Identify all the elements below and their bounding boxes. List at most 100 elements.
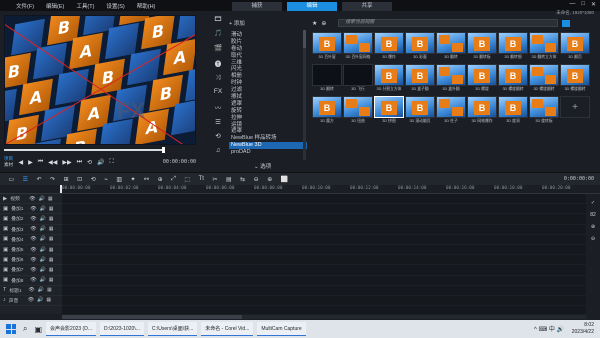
transition-thumbnail[interactable]: 3D 柱子 — [436, 96, 466, 126]
track-header[interactable]: ▣ 叠加7 👁 🔊 ▦ — [0, 265, 62, 276]
track-header[interactable]: ♪ 声音 👁 🔊 ▦ — [0, 296, 62, 307]
transition-thumbnail[interactable]: B 3D 彩蛋 — [405, 32, 435, 62]
timeline-tracks-area[interactable] — [62, 194, 586, 314]
preview-window[interactable]: BABABABABABBAFX — [4, 15, 196, 145]
favorite-icon[interactable]: ★ — [312, 20, 317, 27]
track-lane[interactable] — [62, 214, 586, 225]
track-settings-icon[interactable]: ▦ — [49, 236, 54, 242]
close-button[interactable]: ✕ — [591, 1, 596, 8]
category-item[interactable]: 卷动 — [229, 46, 307, 53]
timeline-tool-icon[interactable]: ▭ — [9, 176, 15, 183]
track-header[interactable]: ▣ 叠加4 👁 🔊 ▦ — [0, 235, 62, 245]
transition-thumbnail[interactable]: B 3D 螺旋翻转 — [498, 64, 528, 94]
category-item[interactable]: 过滤 — [229, 87, 307, 94]
timeline-tool-icon[interactable]: ↶ — [37, 176, 42, 183]
track-mute-icon[interactable]: 🔊 — [40, 267, 46, 273]
category-item[interactable]: 取代 — [229, 53, 307, 60]
track-lane[interactable] — [62, 245, 586, 256]
filter-icon[interactable]: FX — [214, 88, 222, 95]
timeline-tool-icon[interactable]: ⊞ — [64, 176, 69, 183]
taskbar-app[interactable]: C:\Users\桌面\获... — [147, 322, 198, 336]
task-view-icon[interactable]: ▣ — [34, 325, 42, 334]
scrubber-handle[interactable] — [162, 147, 165, 153]
timeline-scroll-thumb[interactable] — [62, 315, 242, 319]
transition-thumbnail[interactable]: B 3D 爆炸 — [374, 32, 404, 62]
preview-timecode[interactable]: 00:00:00:00 — [163, 159, 196, 165]
track-visibility-icon[interactable]: 👁 — [28, 287, 34, 293]
track-lane[interactable] — [62, 276, 586, 286]
title-icon[interactable]: 🅣 — [215, 58, 222, 68]
track-mute-icon[interactable]: 🔊 — [40, 206, 46, 212]
transition-thumbnail[interactable]: B 3D 网格爆炸 — [467, 96, 497, 126]
track-settings-icon[interactable]: ▦ — [49, 226, 54, 232]
timeline-tool-icon[interactable]: ↷ — [50, 176, 55, 183]
track-settings-icon[interactable]: ▦ — [49, 216, 54, 222]
volume-icon[interactable]: 🔊 — [97, 159, 104, 166]
taskbar-app[interactable]: 会声会影2023 (D... — [46, 322, 97, 336]
track-mute-icon[interactable]: 🔊 — [37, 297, 43, 303]
instant-project-icon[interactable]: 🎬 — [214, 44, 222, 52]
track-lane[interactable] — [62, 296, 586, 307]
minimize-button[interactable]: — — [569, 1, 575, 8]
transition-thumbnail[interactable]: 3D 飞行 — [343, 64, 373, 94]
track-mute-icon[interactable]: 🔊 — [40, 247, 46, 253]
timeline-tool-icon[interactable]: ⚯ — [144, 176, 149, 183]
fullscreen-icon[interactable]: ⛶ — [110, 159, 114, 166]
transition-thumbnail[interactable]: B 3D 分割立方体 — [374, 64, 404, 94]
track-header[interactable]: T 标题1 👁 🔊 ▦ — [0, 286, 62, 296]
scrollbar-thumb[interactable] — [303, 30, 306, 48]
timeline-ruler[interactable]: 00:00:00:00 00:00:02:00 00:00:04:00 00:00:0… — [0, 185, 600, 194]
track-lane[interactable] — [62, 194, 586, 205]
timeline-tool-icon[interactable]: ⤢ — [171, 176, 176, 183]
track-visibility-icon[interactable]: 👁 — [30, 257, 36, 263]
taskbar-clock[interactable]: 8:02 2023/4/22 — [572, 322, 594, 335]
go-start-icon[interactable]: ⏮ — [38, 159, 43, 166]
tab-edit[interactable]: 编辑 — [287, 2, 337, 11]
timeline-tool-icon[interactable]: ▥ — [116, 176, 122, 183]
transition-thumbnail[interactable]: B 3D 滚动翻页 — [405, 96, 435, 126]
system-tray[interactable]: ^ ⌨ 中 🔊 — [534, 324, 564, 333]
track-settings-icon[interactable]: ▦ — [46, 297, 51, 303]
timeline-tool-icon[interactable]: ⊕ — [267, 176, 272, 183]
rewind-icon[interactable]: ◀◀ — [48, 159, 57, 166]
timeline-tool-icon[interactable]: ✦ — [131, 176, 136, 183]
track-header[interactable]: ▣ 叠加2 👁 🔊 ▦ — [0, 214, 62, 225]
transition-thumbnail[interactable]: 3D 扭曲 — [343, 96, 373, 126]
taskbar-app[interactable]: D:\2023-1020\... — [100, 322, 144, 336]
transition-thumbnail[interactable]: 3D 翻转 — [312, 64, 342, 94]
transition-thumbnail[interactable]: 3D 翻转立方体 — [529, 32, 559, 62]
track-visibility-icon[interactable]: 👁 — [30, 216, 36, 222]
category-item[interactable]: 滑动 — [229, 32, 307, 39]
zoom-out-icon[interactable]: ⊖ — [591, 236, 595, 242]
category-item[interactable]: 拉伸 — [229, 115, 307, 122]
menu-edit[interactable]: 编辑(E) — [46, 2, 64, 10]
track-mute-icon[interactable]: 🔊 — [40, 277, 46, 283]
track-visibility-icon[interactable]: 👁 — [30, 206, 36, 212]
transition-thumbnail[interactable]: 3D 螺旋翻转 — [529, 64, 559, 94]
timeline-scrollbar[interactable] — [62, 315, 586, 319]
timeline-tool-icon[interactable]: ⇆ — [240, 176, 245, 183]
timeline-tool-icon[interactable]: ⬚ — [184, 176, 190, 183]
add-transition-button[interactable]: + — [560, 96, 590, 126]
search-input[interactable]: 搜索当前视图 — [338, 19, 559, 27]
track-mute-icon[interactable]: 🔊 — [40, 226, 46, 232]
motion-icon[interactable]: ⟲ — [215, 132, 220, 140]
track-header[interactable]: ▣ 叠加8 👁 🔊 ▦ — [0, 276, 62, 286]
transition-thumbnail[interactable]: B 3D 魔方 — [312, 96, 342, 126]
prev-frame-icon[interactable]: ◀ — [19, 159, 24, 166]
zoom-in-icon[interactable]: ⊕ — [591, 224, 595, 230]
view-toggle-icon[interactable] — [562, 19, 571, 27]
track-settings-icon[interactable]: ▦ — [48, 196, 53, 202]
timeline-tool-icon[interactable]: ▤ — [226, 176, 232, 183]
track-settings-icon[interactable]: ▦ — [49, 257, 54, 263]
timeline-tool-icon[interactable]: ⊕ — [158, 176, 163, 183]
add-folder-button[interactable]: + 添加 — [229, 19, 245, 27]
category-item[interactable]: 旋转 — [229, 108, 307, 115]
add-favorite-icon[interactable]: ⊕ — [321, 20, 326, 27]
forward-icon[interactable]: ▶▶ — [62, 159, 71, 166]
transition-thumbnail[interactable]: B 3D 拼图 — [374, 96, 404, 126]
transition-thumbnail[interactable]: B 3D 翻转板 — [467, 32, 497, 62]
path-icon[interactable]: 〰 — [215, 102, 222, 112]
category-item[interactable]: 擦拭 — [229, 94, 307, 101]
menu-help[interactable]: 帮助(H) — [137, 2, 156, 10]
